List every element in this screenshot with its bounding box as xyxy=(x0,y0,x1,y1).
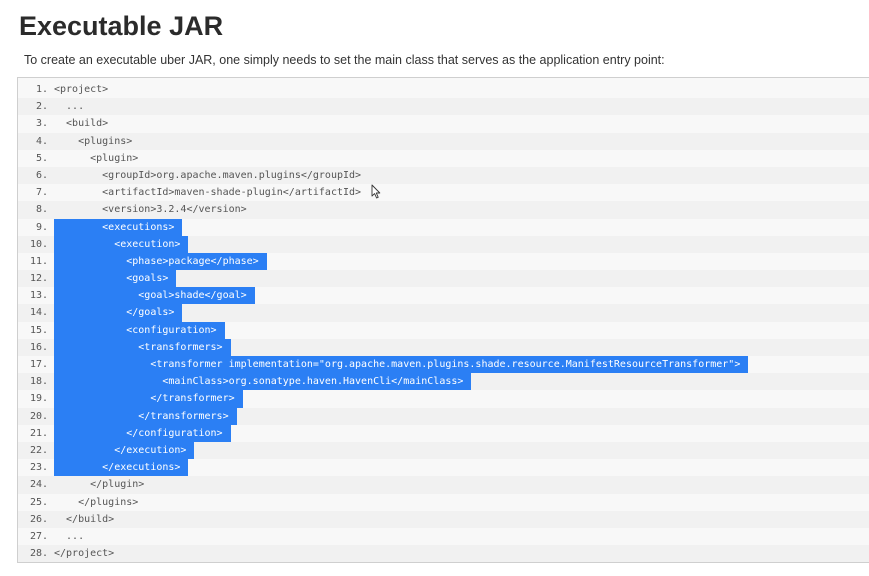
code-text: <build> xyxy=(54,118,109,130)
code-text: </execution> xyxy=(54,441,195,460)
line-number: 18. xyxy=(29,376,48,388)
code-line[interactable]: 11. <phase>package</phase> xyxy=(18,252,869,271)
code-text: </transformers> xyxy=(54,407,237,425)
line-number: 3. xyxy=(35,118,48,130)
line-number: 27. xyxy=(29,530,48,542)
code-line-list: 1. <project> 2. ... 3. <build> 4. <plugins> 5… xyxy=(18,81,869,563)
line-number: 12. xyxy=(29,273,48,285)
code-text: </configuration> xyxy=(54,424,231,442)
code-text: <executions> xyxy=(54,218,183,236)
line-number: 5. xyxy=(35,152,48,164)
line-number: 21. xyxy=(29,427,48,439)
code-line[interactable]: 6. <groupId>org.apache.maven.plugins</gr… xyxy=(18,166,869,185)
code-text: <transformers> xyxy=(54,338,231,356)
code-text: </plugins> xyxy=(54,496,139,508)
line-number: 6. xyxy=(35,169,48,181)
code-line[interactable]: 23. </executions> xyxy=(18,459,869,477)
code-text: <project> xyxy=(54,84,109,95)
code-line[interactable]: 25. </plugins> xyxy=(18,494,869,511)
code-text: <artifactId>maven-shade-plugin</artifact… xyxy=(54,187,362,199)
code-text: </goals> xyxy=(54,304,183,322)
code-text: <groupId>org.apache.maven.plugins</group… xyxy=(54,169,362,181)
code-line[interactable]: 18. <mainClass>org.sonatype.haven.HavenC… xyxy=(18,373,869,391)
code-line[interactable]: 17. <transformer implementation="org.apa… xyxy=(18,356,869,374)
code-line[interactable]: 19. </transformer> xyxy=(18,390,869,408)
intro-text: To create an executable uber JAR, one si… xyxy=(24,53,665,67)
code-line[interactable]: 21. </configuration> xyxy=(18,424,869,442)
code-block[interactable]: 1. <project> 2. ... 3. <build> 4. <plugins> 5… xyxy=(17,77,869,563)
page-title: Executable JAR xyxy=(19,11,224,41)
line-number: 15. xyxy=(29,324,48,336)
code-line[interactable]: 24. </plugin> xyxy=(18,476,869,494)
code-line[interactable]: 8. <version>3.2.4</version> xyxy=(18,201,869,219)
code-text: <execution> xyxy=(54,235,189,253)
code-line[interactable]: 7. <artifactId>maven-shade-plugin</artif… xyxy=(18,184,869,201)
code-line[interactable]: 4. <plugins> xyxy=(18,132,869,150)
code-text: ... xyxy=(54,101,85,113)
line-number: 28. xyxy=(29,548,48,560)
code-text: <goal>shade</goal> xyxy=(54,287,255,305)
code-text: <mainClass>org.sonatype.haven.HavenCli</… xyxy=(54,373,472,391)
code-line[interactable]: 26. </build> xyxy=(18,510,869,528)
code-text: <configuration> xyxy=(54,321,225,339)
code-line[interactable]: 3. <build> xyxy=(18,115,869,132)
line-number: 19. xyxy=(29,393,48,405)
line-number: 1. xyxy=(35,84,48,95)
code-text: </project> xyxy=(54,548,115,560)
code-line[interactable]: 20. </transformers> xyxy=(18,407,869,425)
mouse-pointer-icon xyxy=(371,184,381,199)
code-text: </plugin> xyxy=(54,479,145,491)
line-number: 10. xyxy=(29,238,48,250)
line-number: 2. xyxy=(35,101,48,113)
line-number: 24. xyxy=(29,479,48,491)
code-line[interactable]: 12. <goals> xyxy=(18,270,869,288)
line-number: 7. xyxy=(35,187,48,199)
code-line[interactable]: 16. <transformers> xyxy=(18,338,869,356)
line-number: 13. xyxy=(29,290,48,302)
code-text: ... xyxy=(54,530,85,542)
code-text: <transformer implementation="org.apache.… xyxy=(54,356,749,374)
line-number: 22. xyxy=(29,444,48,456)
code-text: </transformer> xyxy=(54,390,243,408)
line-number: 8. xyxy=(35,204,48,216)
code-line[interactable]: 28. </project> xyxy=(18,545,869,563)
line-number: 25. xyxy=(29,496,48,508)
code-line[interactable]: 15. <configuration> xyxy=(18,321,869,339)
line-number: 17. xyxy=(29,359,48,370)
code-text: <goals> xyxy=(54,270,177,288)
line-number: 9. xyxy=(35,221,48,233)
code-line[interactable]: 2. ... xyxy=(18,98,869,116)
code-line[interactable]: 14. </goals> xyxy=(18,304,869,322)
code-text: </executions> xyxy=(54,459,189,477)
code-text: <version>3.2.4</version> xyxy=(54,204,247,216)
code-line[interactable]: 13. <goal>shade</goal> xyxy=(18,287,869,305)
line-number: 23. xyxy=(29,462,48,474)
code-text: <phase>package</phase> xyxy=(54,252,267,271)
line-number: 11. xyxy=(29,255,48,267)
code-line[interactable]: 10. <execution> xyxy=(18,235,869,253)
code-line[interactable]: 27. ... xyxy=(18,528,869,545)
code-text: <plugin> xyxy=(54,152,139,164)
code-text: </build> xyxy=(54,513,115,525)
line-number: 14. xyxy=(29,307,48,319)
code-line[interactable]: 9. <executions> xyxy=(18,218,869,236)
line-number: 4. xyxy=(35,135,48,147)
code-line[interactable]: 1. <project> xyxy=(18,81,869,98)
line-number: 16. xyxy=(29,341,48,353)
code-text: <plugins> xyxy=(54,135,133,147)
line-number: 20. xyxy=(29,410,48,422)
line-number: 26. xyxy=(29,513,48,525)
code-line[interactable]: 5. <plugin> xyxy=(18,150,869,167)
code-line[interactable]: 22. </execution> xyxy=(18,441,869,460)
